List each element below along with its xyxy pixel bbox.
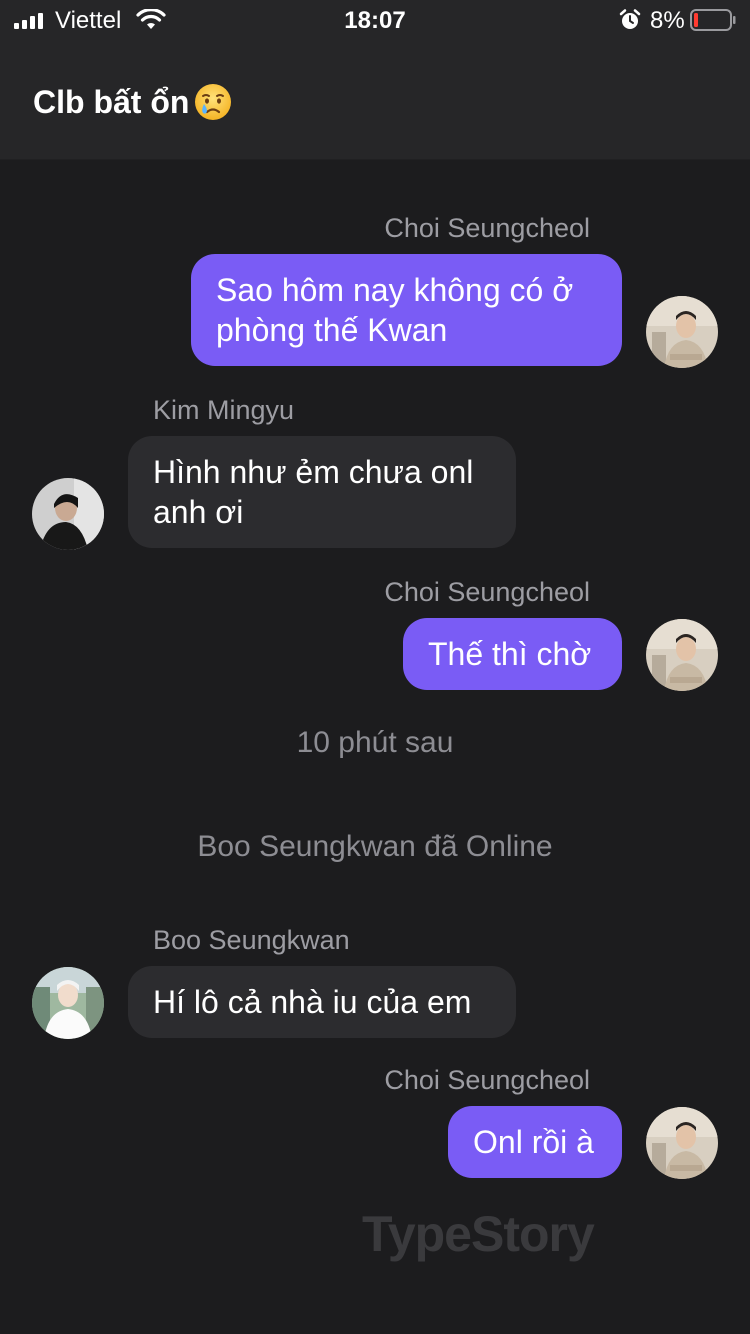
alarm-icon (619, 9, 641, 29)
time-gap-notice: 10 phút sau (296, 726, 454, 759)
message-bubble-outgoing[interactable]: Sao hôm nay không có ở phòng thế Kwan (191, 254, 622, 366)
message-line: Hí lô cả nhà iu của em (153, 984, 472, 1020)
avatar-choi-seungcheol[interactable] (646, 296, 718, 368)
avatar-choi-seungcheol[interactable] (646, 619, 718, 691)
message-line: Hình như ẻm chưa onl (153, 454, 474, 490)
avatar-photo (646, 619, 718, 691)
message-bubble-outgoing[interactable]: Onl rồi à (448, 1106, 622, 1178)
sender-name: Boo Seungkwan (153, 925, 350, 955)
sender-name: Choi Seungcheol (384, 1065, 590, 1095)
message-bubble-incoming[interactable]: Hí lô cả nhà iu của em (128, 966, 516, 1038)
avatar-boo-seungkwan[interactable] (32, 967, 104, 1039)
message-bubble-incoming[interactable]: Hình như ẻm chưa onl anh ơi (128, 436, 516, 548)
typestory-watermark: TypeStory (362, 1206, 595, 1262)
battery-icon (690, 9, 736, 31)
sender-name: Choi Seungcheol (384, 577, 590, 607)
online-notice: Boo Seungkwan đã Online (197, 830, 553, 863)
chat-header: Clb bất ổn (0, 40, 750, 160)
sender-name: Choi Seungcheol (384, 213, 590, 243)
message-line: Sao hôm nay không có ở (216, 272, 574, 308)
message-line: phòng thế Kwan (216, 312, 448, 348)
chat-title: Clb bất ổn (33, 83, 190, 120)
status-bar: Viettel 18:07 8% (0, 0, 750, 40)
sender-name: Kim Mingyu (153, 395, 295, 425)
avatar-photo (32, 967, 104, 1039)
message-bubble-outgoing[interactable]: Thế thì chờ (403, 618, 622, 690)
message-line: anh ơi (153, 494, 244, 530)
avatar-photo (32, 478, 104, 550)
message-line: Onl rồi à (473, 1124, 594, 1160)
avatar-choi-seungcheol[interactable] (646, 1107, 718, 1179)
avatar-photo (646, 296, 718, 368)
avatar-kim-mingyu[interactable] (32, 478, 104, 550)
battery-percentage: 8% (650, 7, 685, 34)
avatar-photo (646, 1107, 718, 1179)
chat-title-row[interactable]: Clb bất ổn (33, 80, 233, 124)
message-line: Thế thì chờ (428, 636, 592, 672)
crying-face-emoji-icon (195, 84, 232, 120)
